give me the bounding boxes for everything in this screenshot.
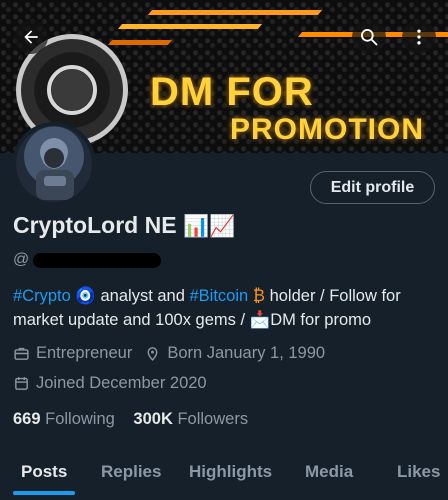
birthday: Born January 1, 1990: [144, 344, 325, 363]
bio: #Crypto 🧿 analyst and #Bitcoin ₿ holder …: [13, 284, 438, 332]
following-count: 669: [13, 410, 41, 428]
back-button[interactable]: [14, 20, 48, 54]
tab-likes[interactable]: Likes: [397, 462, 440, 482]
hashtag-crypto[interactable]: #Crypto: [13, 287, 71, 305]
calendar-icon: [15, 377, 28, 390]
briefcase-icon: [14, 347, 29, 360]
bio-text: DM for promo: [270, 311, 372, 329]
tab-posts[interactable]: Posts: [21, 462, 67, 482]
followers-link[interactable]: 300K Followers: [133, 410, 248, 428]
following-label: Following: [45, 410, 115, 428]
following-link[interactable]: 669 Following: [13, 410, 119, 428]
follow-counts: 669 Following 300K Followers: [13, 410, 248, 429]
occupation-text: Entrepreneur: [36, 344, 133, 362]
handle-prefix: @: [13, 251, 30, 268]
more-button[interactable]: [402, 20, 436, 54]
tab-highlights[interactable]: Highlights: [189, 462, 272, 482]
display-name-row: CryptoLord NE 📊📈: [13, 212, 235, 239]
joined-row: Joined December 2020: [13, 374, 219, 393]
occupation: Entrepreneur: [13, 344, 132, 363]
edit-profile-button[interactable]: Edit profile: [310, 171, 435, 204]
joined: Joined December 2020: [13, 374, 207, 393]
banner-promo-line2: PROMOTION: [230, 113, 424, 146]
tab-media[interactable]: Media: [305, 462, 353, 482]
tab-replies[interactable]: Replies: [101, 462, 161, 482]
more-vertical-icon: [417, 29, 421, 45]
banner-stripe: [117, 24, 263, 29]
handle: @: [13, 251, 162, 269]
hashtag-bitcoin[interactable]: #Bitcoin: [189, 287, 248, 305]
banner-stripe: [147, 10, 323, 15]
joined-text: Joined December 2020: [36, 374, 207, 392]
arrow-left-icon: [24, 30, 38, 44]
banner-promo-line1: DM FOR: [150, 70, 314, 114]
bio-text: analyst and: [95, 287, 190, 305]
banner-stripe: [107, 40, 173, 45]
search-button[interactable]: [352, 20, 386, 54]
search-icon: [361, 29, 378, 46]
born-text: Born January 1, 1990: [167, 344, 326, 362]
active-tab-indicator: [13, 491, 75, 495]
avatar[interactable]: [12, 122, 96, 206]
followers-label: Followers: [177, 410, 249, 428]
avatar-image: [36, 138, 74, 200]
display-name: CryptoLord NE: [13, 212, 177, 238]
bio-emoji: 🧿: [75, 287, 96, 305]
followers-count: 300K: [133, 410, 173, 428]
location-pin-icon: [147, 347, 158, 361]
profile-meta-row: Entrepreneur Born January 1, 1990: [13, 344, 337, 363]
bio-emoji: 📩: [249, 311, 271, 329]
bitcoin-symbol: ₿: [252, 287, 265, 305]
handle-redacted: [33, 252, 162, 268]
name-emojis: 📊📈: [182, 215, 236, 238]
